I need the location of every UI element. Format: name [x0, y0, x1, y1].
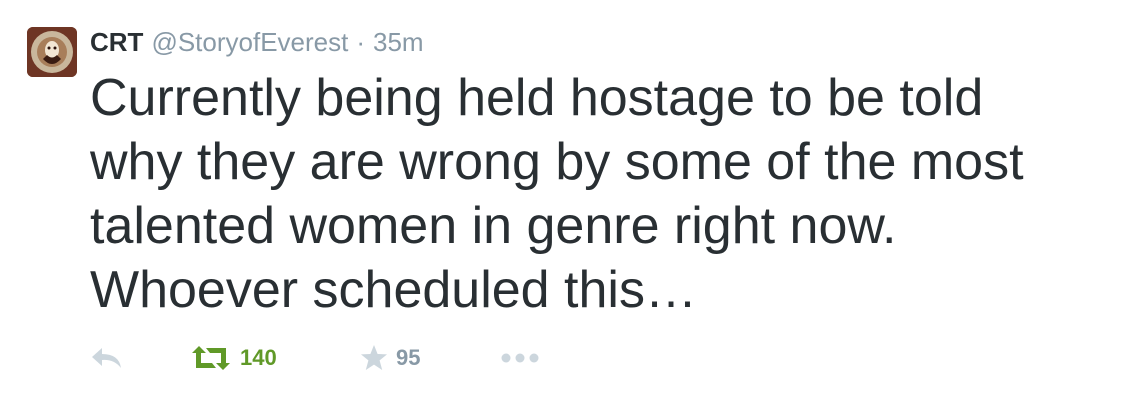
tweet-header: CRT @StoryofEverest · 35m	[90, 24, 424, 60]
tweet-card: CRT @StoryofEverest · 35m Currently bein…	[0, 0, 1124, 400]
tweet-actions: 140 95	[90, 340, 540, 376]
reply-button[interactable]	[90, 346, 190, 370]
header-separator: ·	[356, 27, 366, 57]
tweet-text-line: Currently being held hostage to be told	[90, 69, 984, 127]
tweet-text-line: talented women in genre right now.	[90, 197, 897, 255]
avatar-image	[27, 27, 77, 77]
favorite-button[interactable]: 95	[360, 340, 500, 376]
retweet-count: 140	[240, 345, 277, 370]
tweet-timestamp[interactable]: 35m	[373, 24, 424, 60]
avatar[interactable]	[27, 27, 77, 77]
tweet-text-line: why they are wrong by some of the most	[90, 133, 1024, 191]
author-handle[interactable]: @StoryofEverest	[151, 24, 348, 60]
favorite-count: 95	[396, 345, 421, 370]
more-dots-icon	[501, 353, 539, 363]
reply-icon	[92, 348, 121, 368]
tweet-text: Currently being held hostage to be told …	[90, 66, 1100, 322]
star-icon	[361, 345, 387, 370]
author-name[interactable]: CRT	[90, 24, 143, 60]
retweet-icon	[192, 346, 230, 370]
tweet-text-line: Whoever scheduled this…	[90, 261, 697, 319]
retweet-button[interactable]: 140	[190, 340, 360, 376]
more-button[interactable]	[500, 352, 540, 364]
